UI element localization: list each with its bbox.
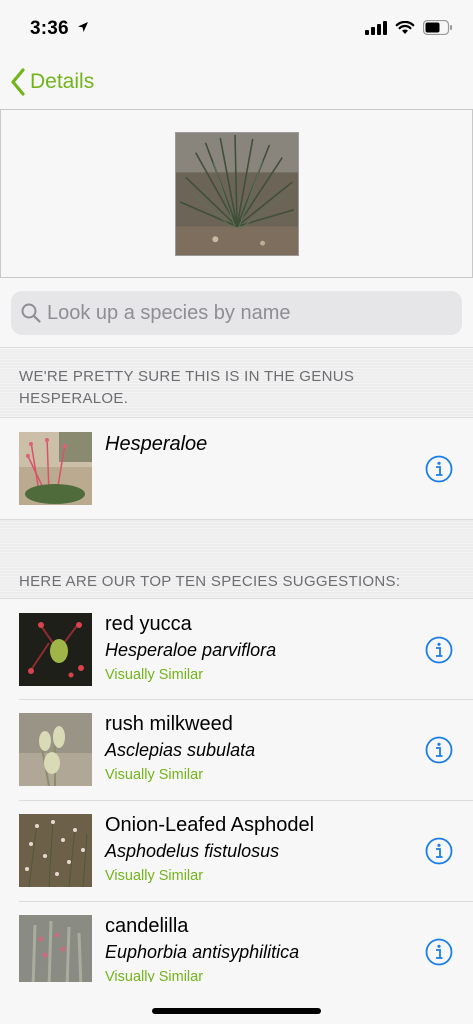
search-container <box>0 278 473 348</box>
chevron-left-icon <box>11 68 25 96</box>
species-common-name: Onion-Leafed Asphodel <box>105 814 315 836</box>
navigation-bar: Details <box>0 58 473 110</box>
search-bar[interactable] <box>11 291 462 335</box>
species-thumbnail <box>19 713 92 786</box>
species-info-icon[interactable] <box>425 636 453 664</box>
observation-photo[interactable] <box>175 132 299 256</box>
species-common-name: candelilla <box>105 915 189 937</box>
genus-section-header: WE'RE PRETTY SURE THIS IS IN THE GENUS H… <box>0 349 473 418</box>
visually-similar-tag: Visually Similar <box>105 969 204 982</box>
home-indicator[interactable] <box>152 1008 321 1014</box>
photo-panel <box>0 110 473 278</box>
species-common-name: red yucca <box>105 613 192 635</box>
back-button[interactable]: Details <box>10 68 94 96</box>
species-scientific-name: Hesperaloe parviflora <box>105 640 277 660</box>
species-thumbnail <box>19 814 92 887</box>
search-input[interactable] <box>47 301 437 325</box>
genus-row[interactable]: Hesperaloe <box>0 419 473 519</box>
genus-info-icon[interactable] <box>425 455 453 483</box>
species-scientific-name: Asphodelus fistulosus <box>105 841 280 861</box>
search-icon <box>21 303 41 323</box>
visually-similar-tag: Visually Similar <box>105 868 204 884</box>
genus-section-header-text: WE'RE PRETTY SURE THIS IS IN THE GENUS H… <box>19 368 355 407</box>
status-bar: 3:36 <box>0 0 473 58</box>
species-row[interactable]: candelilla Euphorbia antisyphilitica Vis… <box>0 902 473 982</box>
species-scientific-name: Euphorbia antisyphilitica <box>105 942 300 962</box>
species-scientific-name: Asclepias subulata <box>105 740 256 760</box>
species-thumbnail <box>19 915 92 982</box>
species-section-header: HERE ARE OUR TOP TEN SPECIES SUGGESTIONS… <box>0 519 473 599</box>
species-row[interactable]: red yucca Hesperaloe parviflora Visually… <box>0 600 473 700</box>
location-arrow-icon <box>78 22 89 32</box>
genus-name: Hesperaloe <box>105 433 208 455</box>
species-row[interactable]: rush milkweed Asclepias subulata Visuall… <box>0 700 473 801</box>
signal-icon <box>365 20 387 35</box>
status-time-text: 3:36 <box>30 18 69 39</box>
species-thumbnail <box>19 613 92 686</box>
species-section-header-text: HERE ARE OUR TOP TEN SPECIES SUGGESTIONS… <box>19 573 401 590</box>
species-common-name: rush milkweed <box>105 713 233 735</box>
status-time: 3:36 <box>30 18 89 40</box>
back-button-label: Details <box>30 70 95 93</box>
status-icons <box>365 20 453 35</box>
visually-similar-tag: Visually Similar <box>105 667 204 683</box>
species-info-icon[interactable] <box>425 938 453 966</box>
genus-thumbnail <box>19 432 92 505</box>
wifi-icon <box>395 20 415 34</box>
species-row[interactable]: Onion-Leafed Asphodel Asphodelus fistulo… <box>0 801 473 902</box>
battery-icon <box>423 20 452 35</box>
species-info-icon[interactable] <box>425 837 453 865</box>
species-info-icon[interactable] <box>425 736 453 764</box>
visually-similar-tag: Visually Similar <box>105 767 204 783</box>
